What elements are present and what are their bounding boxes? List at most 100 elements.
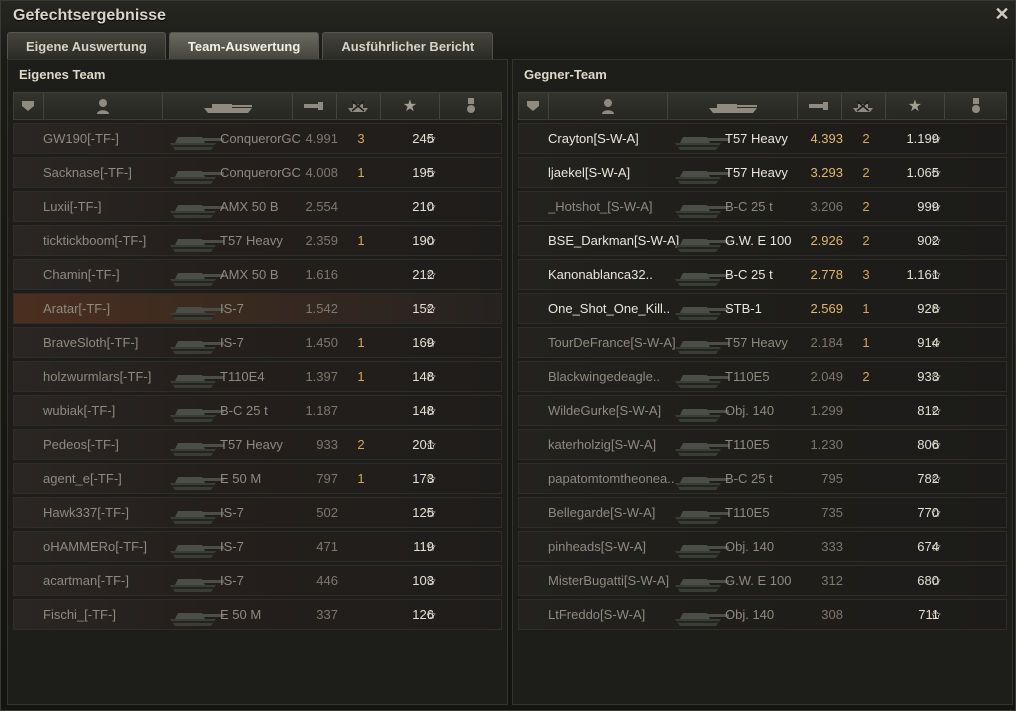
- player-row[interactable]: Luxii[-TF-] AMX 50 B 2.554 210 ✩: [13, 191, 502, 222]
- player-row[interactable]: Kanonablanca32.. B-C 25 t 2.778 3 1.161 ✩: [518, 259, 1007, 290]
- damage-value: 333: [821, 539, 843, 554]
- tank-icon: [669, 262, 731, 288]
- damage-value: 446: [316, 573, 338, 588]
- damage-value: 2.926: [810, 233, 843, 248]
- damage-value: 735: [821, 505, 843, 520]
- star-icon: ✩: [931, 335, 942, 350]
- star-icon: ✩: [426, 539, 437, 554]
- damage-icon[interactable]: [798, 93, 842, 119]
- damage-value: 4.991: [305, 131, 338, 146]
- player-row[interactable]: agent_e[-TF-] E 50 M 797 1 173 ✩: [13, 463, 502, 494]
- player-row[interactable]: katerholzig[S-W-A] T110E5 1.230 806 ✩: [518, 429, 1007, 460]
- tank-icon: [164, 466, 226, 492]
- player-row[interactable]: TourDeFrance[S-W-A] T57 Heavy 2.184 1 914 ✩: [518, 327, 1007, 358]
- player-row[interactable]: _Hotshot_[S-W-A] B-C 25 t 3.206 2 999 ✩: [518, 191, 1007, 222]
- star-icon: ✩: [426, 335, 437, 350]
- tank-icon: [164, 330, 226, 356]
- close-icon[interactable]: ✕: [993, 5, 1011, 23]
- tank-icon: [669, 568, 731, 594]
- player-row[interactable]: BSE_Darkman[S-W-A] G.W. E 100 2.926 2 902 ✩: [518, 225, 1007, 256]
- player-row[interactable]: oHAMMERo[-TF-] IS-7 471 119 ✩: [13, 531, 502, 562]
- player-row[interactable]: wubiak[-TF-] B-C 25 t 1.187 148 ✩: [13, 395, 502, 426]
- xp-star-icon[interactable]: ★: [886, 93, 946, 119]
- damage-value: 1.542: [305, 301, 338, 316]
- player-icon[interactable]: [44, 93, 164, 119]
- star-icon: ✩: [931, 301, 942, 316]
- tab-eigene-auswertung[interactable]: Eigene Auswertung: [7, 32, 166, 59]
- player-row[interactable]: One_Shot_One_Kill.. STB-1 2.569 1 928 ✩: [518, 293, 1007, 324]
- star-icon: ✩: [426, 131, 437, 146]
- tank-icon: [669, 534, 731, 560]
- tab-team-auswertung[interactable]: Team-Auswertung: [168, 32, 320, 59]
- player-row[interactable]: papatomtomtheonea.. B-C 25 t 795 782 ✩: [518, 463, 1007, 494]
- player-row[interactable]: ljaekel[S-W-A] T57 Heavy 3.293 2 1.065 ✩: [518, 157, 1007, 188]
- player-row[interactable]: GW190[-TF-] ConquerorGC 4.991 3 245 ✩: [13, 123, 502, 154]
- player-row[interactable]: Hawk337[-TF-] IS-7 502 125 ✩: [13, 497, 502, 528]
- player-row[interactable]: Pedeos[-TF-] T57 Heavy 933 2 201 ✩: [13, 429, 502, 460]
- star-icon: ✩: [931, 199, 942, 214]
- damage-value: 933: [316, 437, 338, 452]
- damage-value: 4.008: [305, 165, 338, 180]
- kills-icon[interactable]: [337, 93, 381, 119]
- enemy-team-title: Gegner-Team: [524, 67, 607, 82]
- tab-bar: Eigene Auswertung Team-Auswertung Ausfüh…: [7, 32, 494, 59]
- tab-ausfuehrlicher-bericht[interactable]: Ausführlicher Bericht: [322, 32, 494, 59]
- star-icon: ✩: [426, 403, 437, 418]
- player-row[interactable]: Sacknase[-TF-] ConquerorGC 4.008 1 195 ✩: [13, 157, 502, 188]
- player-row[interactable]: MisterBugatti[S-W-A] G.W. E 100 312 680 ✩: [518, 565, 1007, 596]
- tank-icon: [164, 398, 226, 424]
- star-icon: ✩: [931, 165, 942, 180]
- star-icon: ✩: [426, 267, 437, 282]
- damage-value: 4.393: [810, 131, 843, 146]
- enemy-team-rows: Crayton[S-W-A] T57 Heavy 4.393 2 1.199 ✩ ljaek…: [518, 123, 1007, 633]
- damage-value: 797: [316, 471, 338, 486]
- player-icon[interactable]: [549, 93, 669, 119]
- damage-value: 1.299: [810, 403, 843, 418]
- vehicle-icon[interactable]: [668, 93, 798, 119]
- star-icon: ✩: [426, 199, 437, 214]
- tank-icon: [669, 228, 731, 254]
- tank-icon: [164, 194, 226, 220]
- player-row[interactable]: pinheads[S-W-A] Obj. 140 333 674 ✩: [518, 531, 1007, 562]
- kills-icon[interactable]: [842, 93, 886, 119]
- kills-value: 1: [862, 335, 870, 350]
- kills-value: 2: [862, 131, 870, 146]
- star-icon: ✩: [931, 437, 942, 452]
- tank-icon: [164, 296, 226, 322]
- player-row[interactable]: Blackwingedeagle.. T110E5 2.049 2 933 ✩: [518, 361, 1007, 392]
- player-row[interactable]: Aratar[-TF-] IS-7 1.542 152 ✩: [13, 293, 502, 324]
- player-row[interactable]: Crayton[S-W-A] T57 Heavy 4.393 2 1.199 ✩: [518, 123, 1007, 154]
- column-header: ★: [518, 92, 1007, 120]
- medal-icon[interactable]: [440, 93, 501, 119]
- tank-icon: [164, 602, 226, 628]
- star-icon: ✩: [931, 573, 942, 588]
- player-row[interactable]: WildeGurke[S-W-A] Obj. 140 1.299 812 ✩: [518, 395, 1007, 426]
- damage-value: 1.187: [305, 403, 338, 418]
- player-row[interactable]: holzwurmlars[-TF-] T110E4 1.397 1 148 ✩: [13, 361, 502, 392]
- tank-icon: [669, 398, 731, 424]
- star-icon: ✩: [931, 539, 942, 554]
- star-icon: ✩: [931, 471, 942, 486]
- player-row[interactable]: BraveSloth[-TF-] IS-7 1.450 1 169 ✩: [13, 327, 502, 358]
- damage-value: 3.293: [810, 165, 843, 180]
- player-row[interactable]: Chamin[-TF-] AMX 50 B 1.616 212 ✩: [13, 259, 502, 290]
- player-row[interactable]: ticktickboom[-TF-] T57 Heavy 2.359 1 190 ✩: [13, 225, 502, 256]
- medal-icon[interactable]: [945, 93, 1006, 119]
- player-row[interactable]: LtFreddo[S-W-A] Obj. 140 308 711 ✩: [518, 599, 1007, 630]
- squad-icon[interactable]: [519, 93, 549, 119]
- star-icon: ✩: [931, 233, 942, 248]
- xp-star-icon[interactable]: ★: [381, 93, 441, 119]
- tank-icon: [669, 500, 731, 526]
- damage-value: 2.359: [305, 233, 338, 248]
- damage-value: 1.616: [305, 267, 338, 282]
- star-icon: ✩: [426, 233, 437, 248]
- tank-icon: [669, 126, 731, 152]
- player-row[interactable]: Bellegarde[S-W-A] T110E5 735 770 ✩: [518, 497, 1007, 528]
- player-row[interactable]: acartman[-TF-] IS-7 446 103 ✩: [13, 565, 502, 596]
- tank-icon: [669, 364, 731, 390]
- player-row[interactable]: Fischi_[-TF-] E 50 M 337 126 ✩: [13, 599, 502, 630]
- vehicle-icon[interactable]: [163, 93, 293, 119]
- kills-value: 2: [357, 437, 365, 452]
- damage-icon[interactable]: [293, 93, 337, 119]
- squad-icon[interactable]: [14, 93, 44, 119]
